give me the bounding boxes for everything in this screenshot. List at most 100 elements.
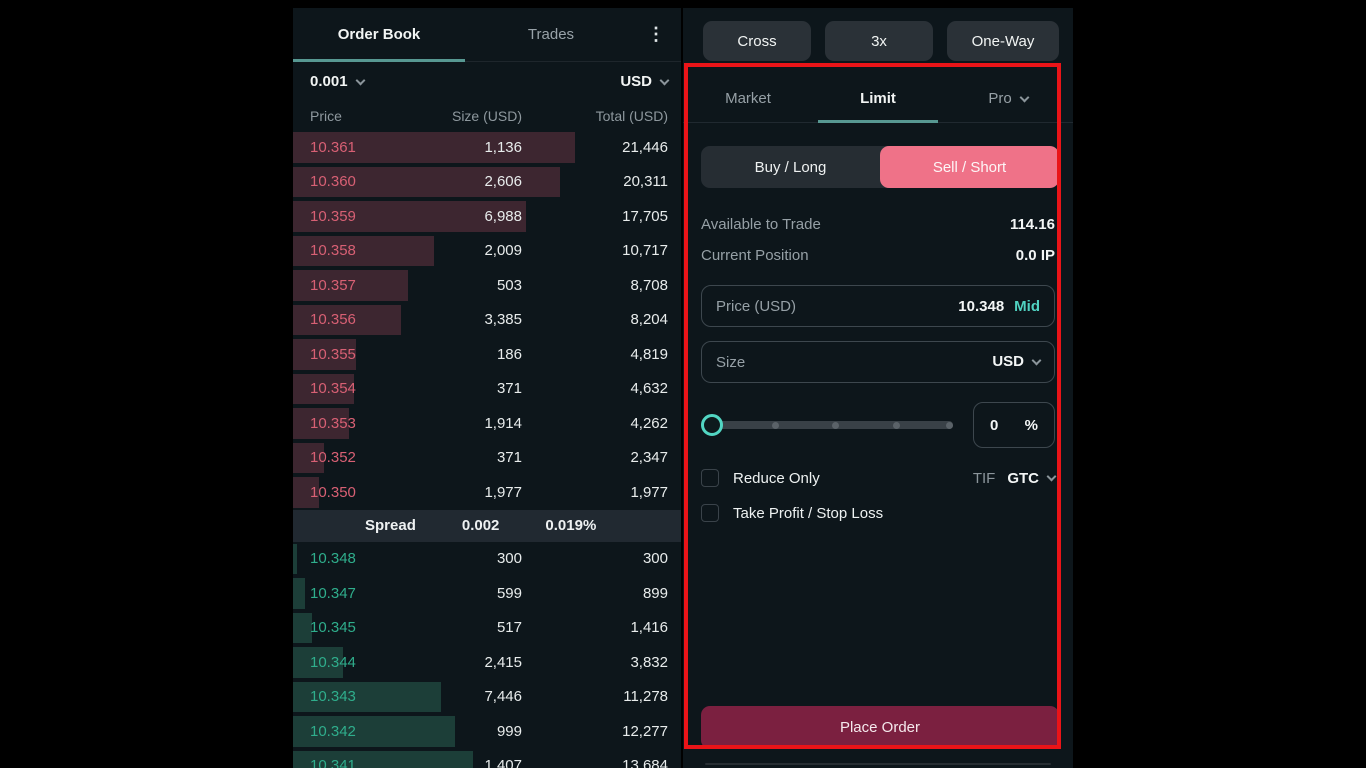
slider-step-100[interactable] [946,421,953,429]
orderbook-row-ask[interactable]: 10.353 1,914 4,262 [293,406,681,441]
display-unit-value: USD [620,73,652,90]
kebab-menu-icon[interactable]: ⋮ [647,24,681,45]
orderbook-row-bid[interactable]: 10.347 599 899 [293,576,681,611]
orderbook-row-ask[interactable]: 10.350 1,977 1,977 [293,475,681,510]
asks-list: 10.361 1,136 21,446 10.360 2,606 20,311 10.359… [293,130,681,510]
order-entry-panel: Cross 3x One-Way Market Limit Pro Buy / … [683,8,1073,768]
tab-pro-label: Pro [988,89,1012,107]
reduce-only-label: Reduce Only [733,469,820,487]
available-to-trade-row: Available to Trade 114.16 [701,209,1055,240]
size-cell: 186 [496,345,522,363]
depth-bar [293,543,297,574]
total-cell: 17,705 [622,207,668,225]
spread-row[interactable]: Spread 0.002 0.019% [293,509,681,542]
orderbook-row-ask[interactable]: 10.354 371 4,632 [293,372,681,407]
tif-dropdown[interactable]: TIF GTC [972,469,1057,487]
chevron-down-icon [355,75,365,86]
size-cell: 300 [496,550,522,568]
size-input[interactable]: Size USD [701,341,1055,383]
buy-long-button[interactable]: Buy / Long [701,146,880,188]
leverage-button[interactable]: 3x [825,21,933,61]
slider-step-25[interactable] [771,421,779,429]
total-cell: 11,278 [623,688,668,706]
order-book-panel: Order Book Trades ⋮ 0.001 USD Price Size… [293,8,681,768]
active-tab-underline [293,59,465,62]
orderbook-row-ask[interactable]: 10.352 371 2,347 [293,441,681,476]
depth-bar [293,578,305,609]
tab-market[interactable]: Market [683,90,813,107]
tab-limit[interactable]: Limit [813,90,943,107]
orderbook-row-ask[interactable]: 10.358 2,009 10,717 [293,234,681,269]
price-cell: 10.350 [310,483,356,501]
chevron-down-icon [1046,471,1057,481]
orderbook-row-bid[interactable]: 10.341 1,407 13,684 [293,749,681,768]
orderbook-row-bid[interactable]: 10.342 999 12,277 [293,714,681,749]
size-cell: 6,988 [484,207,522,225]
slider-step-75[interactable] [892,421,900,429]
place-order-button[interactable]: Place Order [701,706,1059,749]
available-to-trade-label: Available to Trade [701,216,821,233]
size-slider[interactable] [701,402,953,448]
display-unit-dropdown[interactable]: USD [620,73,670,91]
trading-screen: Order Book Trades ⋮ 0.001 USD Price Size… [0,0,1366,768]
size-cell: 503 [496,276,522,294]
price-cell: 10.341 [310,757,356,768]
orderbook-row-ask[interactable]: 10.360 2,606 20,311 [293,165,681,200]
total-cell: 4,632 [630,380,668,398]
reduce-only-checkbox[interactable] [701,469,719,487]
orderbook-row-ask[interactable]: 10.359 6,988 17,705 [293,199,681,234]
size-cell: 999 [496,722,522,740]
total-cell: 3,832 [630,653,668,671]
price-input[interactable]: Price (USD) 10.348 Mid [701,285,1055,327]
price-cell: 10.359 [310,207,356,225]
orderbook-row-bid[interactable]: 10.344 2,415 3,832 [293,645,681,680]
mid-price-button[interactable]: Mid [1014,298,1040,315]
total-cell: 8,708 [630,276,668,294]
slider-handle[interactable] [701,414,723,436]
orderbook-row-ask[interactable]: 10.357 503 8,708 [293,268,681,303]
orderbook-row-bid[interactable]: 10.345 517 1,416 [293,611,681,646]
tick-size-dropdown[interactable]: 0.001 [310,73,365,91]
size-percent-input[interactable]: 0 % [973,402,1055,448]
total-cell: 12,277 [622,722,668,740]
section-divider [705,763,1051,765]
tab-trades[interactable]: Trades [465,26,637,43]
chevron-down-icon [659,75,670,86]
size-cell: 371 [496,380,522,398]
tab-pro[interactable]: Pro [943,90,1073,107]
size-cell: 1,136 [484,138,522,156]
size-cell: 2,606 [484,173,522,191]
total-cell: 8,204 [630,311,668,329]
size-cell: 1,977 [484,483,522,501]
size-cell: 1,407 [484,757,522,768]
size-cell: 1,914 [484,414,522,432]
tab-order-book[interactable]: Order Book [293,26,465,43]
size-percent-row: 0 % [701,402,1055,448]
tp-sl-row: Take Profit / Stop Loss [701,500,1055,526]
tp-sl-checkbox[interactable] [701,504,719,522]
size-input-label: Size [716,353,746,371]
price-column-header: Price [310,108,342,124]
orderbook-row-ask[interactable]: 10.356 3,385 8,204 [293,303,681,338]
size-percent-value[interactable]: 0 [990,417,998,434]
total-cell: 300 [642,550,668,568]
slider-step-50[interactable] [832,421,839,429]
orderbook-row-bid[interactable]: 10.343 7,446 11,278 [293,680,681,715]
orderbook-row-bid[interactable]: 10.348 300 300 [293,542,681,577]
size-column-header: Size (USD) [451,108,522,124]
margin-mode-button[interactable]: Cross [703,21,811,61]
total-cell: 4,819 [630,345,668,363]
total-column-header: Total (USD) [595,108,668,124]
position-mode-button[interactable]: One-Way [947,21,1059,61]
orderbook-row-ask[interactable]: 10.361 1,136 21,446 [293,130,681,165]
total-cell: 2,347 [630,449,668,467]
size-cell: 371 [496,449,522,467]
sell-short-button[interactable]: Sell / Short [880,146,1059,188]
price-input-value[interactable]: 10.348 [958,298,1004,315]
available-to-trade-value: 114.16 [1009,216,1055,233]
tif-label: TIF [972,469,996,487]
orderbook-row-ask[interactable]: 10.355 186 4,819 [293,337,681,372]
size-unit-dropdown[interactable]: USD [992,353,1042,371]
price-cell: 10.358 [310,242,356,260]
price-cell: 10.344 [310,653,356,671]
